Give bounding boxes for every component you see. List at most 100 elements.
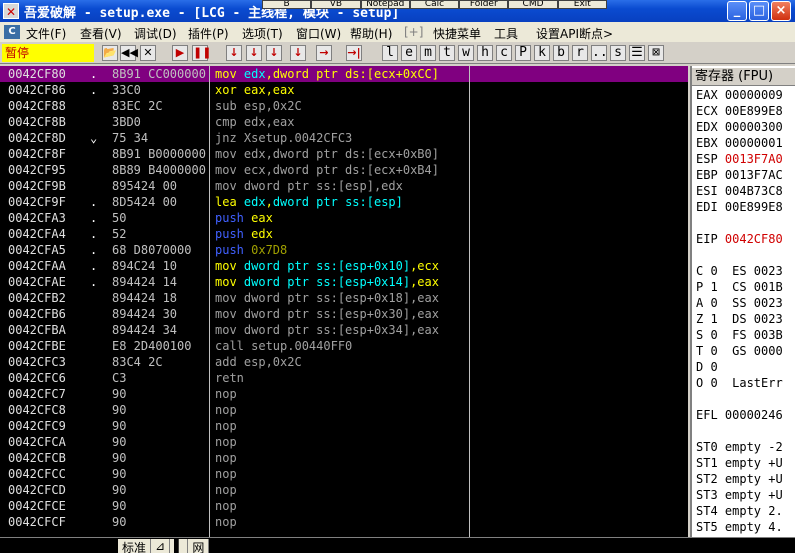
disasm-row[interactable]: 0042CFCC 90 nop <box>0 466 688 482</box>
jump-marker: . <box>90 211 98 225</box>
address-cell: 0042CF9F <box>8 195 66 209</box>
menu-item[interactable]: 窗口(W) <box>296 25 341 42</box>
register-text: ECX 00E899E8 <box>696 104 783 118</box>
toolbar-letter-button[interactable]: l <box>382 45 398 61</box>
toolbar-letter-button[interactable]: m <box>420 45 436 61</box>
jump-marker: . <box>90 243 98 257</box>
ime-item[interactable]: ▌ <box>170 539 189 553</box>
disasm-row[interactable]: 0042CFB2 894424 18 mov dword ptr ss:[esp+0… <box>0 290 688 306</box>
register-line: ST2 empty +U <box>696 472 783 486</box>
disasm-row[interactable]: 0042CF86. 33C0 xor eax,eax <box>0 82 688 98</box>
disasm-row[interactable]: 0042CFA4. 52 push edx <box>0 226 688 242</box>
address-cell: 0042CFA4 <box>8 227 66 241</box>
ime-item[interactable]: ⊿ <box>151 539 171 553</box>
disasm-row[interactable]: 0042CFA5. 68 D8070000 push 0x7D8 <box>0 242 688 258</box>
disasm-row[interactable]: 0042CFAA. 894C24 10 mov dword ptr ss:[esp+… <box>0 258 688 274</box>
column-divider[interactable] <box>209 66 210 537</box>
disasm-row[interactable]: 0042CFBA 894424 34 mov dword ptr ss:[esp+0… <box>0 322 688 338</box>
disasm-row[interactable]: 0042CFC3 83C4 2C add esp,0x2C <box>0 354 688 370</box>
toolbar-letter-button[interactable]: w <box>458 45 474 61</box>
disasm-row[interactable]: 0042CFC6 C3 retn <box>0 370 688 386</box>
toolbar-button[interactable]: →| <box>346 45 362 61</box>
toolbar-letter-button[interactable]: c <box>496 45 512 61</box>
disasm-row[interactable]: 0042CF8F 8B91 B0000000 mov edx,dword ptr d… <box>0 146 688 162</box>
asm-token: mov ecx,dword ptr ds:[ecx+0xB4] <box>215 163 439 177</box>
asm-token: add esp,0x2C <box>215 355 302 369</box>
disasm-row[interactable]: 0042CF88 83EC 2C sub esp,0x2C <box>0 98 688 114</box>
menu-item[interactable]: 工具 <box>494 25 518 42</box>
menu-item[interactable]: [+] <box>404 25 423 39</box>
toolbar-letter-button[interactable]: e <box>401 45 417 61</box>
asm-token: ,ecx <box>410 259 439 273</box>
toolbar-button[interactable]: ◀◀ <box>120 45 138 61</box>
hex-cell: 90 <box>112 515 127 529</box>
maximize-button[interactable]: □ <box>749 1 769 21</box>
disasm-row[interactable]: 0042CF9B 895424 00 mov dword ptr ss:[esp],… <box>0 178 688 194</box>
disasm-row[interactable]: 0042CFA3. 50 push eax <box>0 210 688 226</box>
toolbar-button[interactable]: 📂 <box>102 45 118 61</box>
toolbar-letter-button[interactable]: ⊠ <box>648 45 664 61</box>
disassembly-pane[interactable]: 0042CF80. 8B91 CC000000 mov edx,dword ptr … <box>0 66 688 537</box>
asm-token: nop <box>215 419 237 433</box>
toolbar-button[interactable]: ↓ <box>246 45 262 61</box>
menu-item[interactable]: 插件(P) <box>188 25 229 42</box>
disasm-row[interactable]: 0042CF8D ⌄ 75 34 jnz Xsetup.0042CFC3 <box>0 130 688 146</box>
menu-item[interactable]: 文件(F) <box>26 25 66 42</box>
disasm-row[interactable]: 0042CFCB 90 nop <box>0 450 688 466</box>
hex-cell: 90 <box>112 387 127 401</box>
hex-cell: 75 34 <box>112 131 149 145</box>
title-bar[interactable]: ✕ 吾爱破解 - setup.exe - [LCG - 主线程, 模块 - se… <box>0 0 795 22</box>
ime-item[interactable]: 网 <box>188 539 210 553</box>
menu-item[interactable]: 快捷菜单 <box>433 25 481 42</box>
close-button[interactable]: × <box>771 1 791 21</box>
column-divider[interactable] <box>469 66 470 537</box>
disasm-row[interactable]: 0042CFC9 90 nop <box>0 418 688 434</box>
toolbar-letter-button[interactable]: b <box>553 45 569 61</box>
toolbar-letter-button[interactable]: h <box>477 45 493 61</box>
toolbar-letter-button[interactable]: s <box>610 45 626 61</box>
toolbar-button[interactable]: ↓ <box>226 45 242 61</box>
asm-cell: nop <box>215 403 467 417</box>
toolbar-button[interactable]: ✕ <box>140 45 156 61</box>
toolbar-letter-button[interactable]: r <box>572 45 588 61</box>
minimize-button[interactable]: _ <box>727 1 747 21</box>
menu-item[interactable]: 设置API断点> <box>536 25 613 42</box>
menu-item[interactable]: 选项(T) <box>242 25 283 42</box>
disasm-row[interactable]: 0042CFAE. 894424 14 mov dword ptr ss:[esp+… <box>0 274 688 290</box>
disasm-row[interactable]: 0042CFCD 90 nop <box>0 482 688 498</box>
registers-pane[interactable]: 寄存器 (FPU) EAX 00000009 ECX 00E899E8 EDX 00… <box>690 66 795 537</box>
address-cell: 0042CF88 <box>8 99 66 113</box>
menu-item[interactable]: 调试(D) <box>134 25 177 42</box>
disasm-row[interactable]: 0042CFC7 90 nop <box>0 386 688 402</box>
toolbar-button[interactable]: ▶ <box>172 45 188 61</box>
toolbar-letter-button[interactable]: t <box>439 45 455 61</box>
disasm-row[interactable]: 0042CFB6 894424 30 mov dword ptr ss:[esp+0… <box>0 306 688 322</box>
toolbar-button[interactable]: → <box>316 45 332 61</box>
address-cell: 0042CF8F <box>8 147 66 161</box>
asm-token: cmp edx,eax <box>215 115 295 129</box>
register-line: ST4 empty 2. <box>696 504 783 518</box>
ime-item[interactable]: 标准 <box>118 539 152 553</box>
disasm-row[interactable]: 0042CF9F. 8D5424 00 lea edx,dword ptr ss:[… <box>0 194 688 210</box>
asm-token: jnz Xsetup.0042CFC3 <box>215 131 353 145</box>
toolbar-letter-button[interactable]: k <box>534 45 550 61</box>
toolbar-letter-button[interactable]: P <box>515 45 531 61</box>
disasm-row[interactable]: 0042CF80. 8B91 CC000000 mov edx,dword ptr … <box>0 66 688 82</box>
asm-cell: add esp,0x2C <box>215 355 467 369</box>
disasm-row[interactable]: 0042CFC8 90 nop <box>0 402 688 418</box>
asm-token: sub esp,0x2C <box>215 99 302 113</box>
disasm-row[interactable]: 0042CFCA 90 nop <box>0 434 688 450</box>
toolbar-letter-button[interactable]: ☰ <box>629 45 645 61</box>
disasm-row[interactable]: 0042CFCE 90 nop <box>0 498 688 514</box>
toolbar-button[interactable]: ❚❚ <box>192 45 211 61</box>
toolbar-button[interactable]: ↓ <box>290 45 306 61</box>
disasm-row[interactable]: 0042CFBE E8 2D400100 call setup.00440FF0 <box>0 338 688 354</box>
menu-item[interactable]: 查看(V) <box>80 25 122 42</box>
toolbar-button[interactable]: ↓ <box>266 45 282 61</box>
register-text: ST1 empty +U <box>696 456 783 470</box>
disasm-row[interactable]: 0042CFCF 90 nop <box>0 514 688 530</box>
disasm-row[interactable]: 0042CF95 8B89 B4000000 mov ecx,dword ptr d… <box>0 162 688 178</box>
menu-item[interactable]: 帮助(H) <box>350 25 392 42</box>
disasm-row[interactable]: 0042CF8B 3BD0 cmp edx,eax <box>0 114 688 130</box>
toolbar-letter-button[interactable]: ... <box>591 45 615 61</box>
